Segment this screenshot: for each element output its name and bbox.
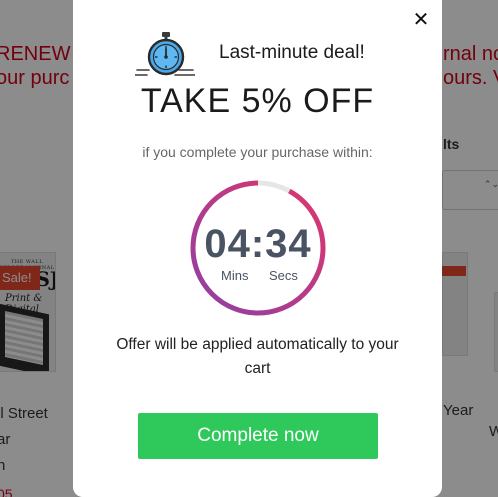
deal-modal: ✕ Last-minute deal! TAKE 5% OFF if you c… (73, 0, 442, 497)
stopwatch-icon (135, 32, 195, 76)
close-icon[interactable]: ✕ (410, 9, 432, 31)
countdown-value: 04:34 (204, 222, 312, 266)
deal-headline: Last-minute deal! (219, 42, 365, 63)
minutes-label: Mins (221, 268, 249, 283)
page: RENEW our purc rnal nov ours. V lts ⌃⌄ T… (0, 0, 498, 497)
discount-title: TAKE 5% OFF (140, 82, 375, 120)
timer-caption: if you complete your purchase within: (142, 144, 373, 160)
seconds-label: Secs (269, 268, 298, 283)
complete-now-button[interactable]: Complete now (138, 413, 378, 459)
offer-notice: Offer will be applied automatically to y… (116, 336, 399, 377)
countdown-timer: 04:34 Mins Secs (188, 178, 328, 318)
